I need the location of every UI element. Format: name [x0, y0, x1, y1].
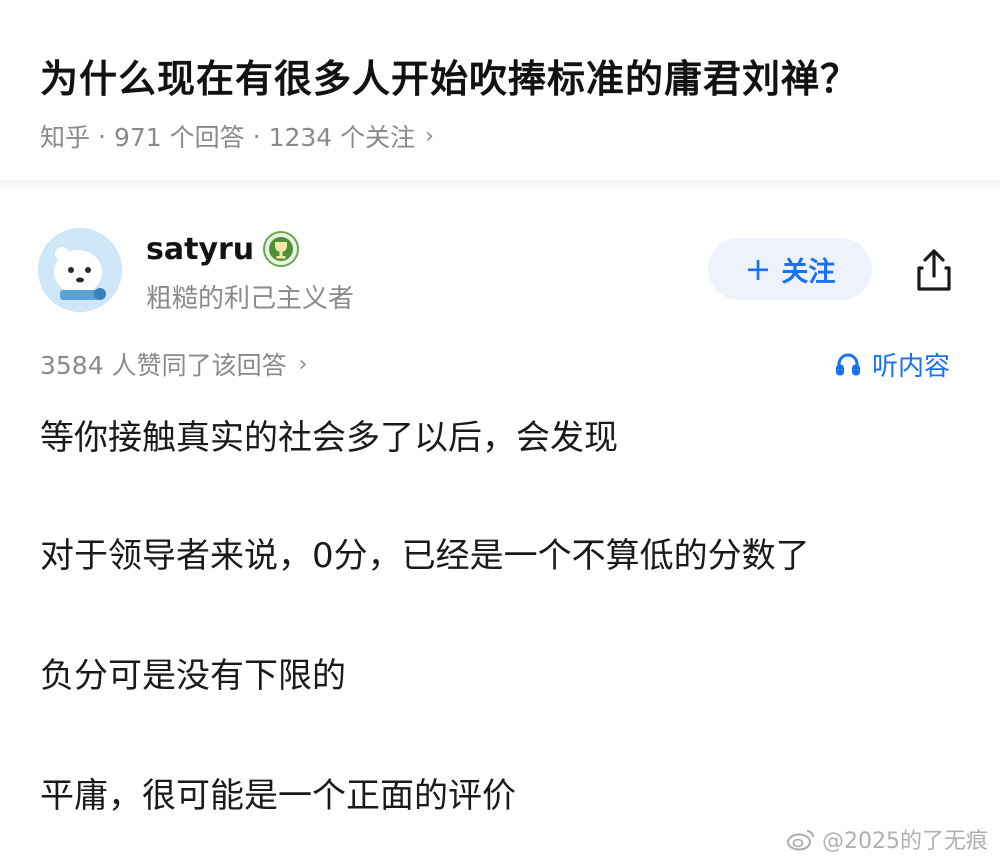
follow-label: 关注 [781, 256, 836, 288]
author-row: satyru 粗糙的利己主义者 + 关注 [0, 196, 1000, 336]
listen-button[interactable]: 听内容 [834, 344, 950, 384]
answer-paragraph: 平庸，很可能是一个正面的评价 [40, 776, 516, 816]
listen-label: 听内容 [872, 351, 951, 382]
question-header: 为什么现在有很多人开始吹捧标准的庸君刘禅？ 知乎 · 971 个回答 · 123… [0, 0, 1000, 180]
answer-paragraph: 负分可是没有下限的 [40, 656, 346, 696]
answer-paragraph: 对于领导者来说，0分，已经是一个不算低的分数了 [40, 536, 810, 576]
vote-row: 3584 人赞同了该回答 › 听内容 [0, 338, 1000, 388]
avatar[interactable] [38, 228, 122, 312]
source-label: 知乎 [40, 123, 91, 152]
watermark: @2025的了无痕 [786, 823, 988, 855]
chevron-right-icon: › [298, 351, 308, 377]
vote-count-text: 3584 人赞同了该回答 [40, 351, 287, 380]
plus-icon: + [744, 250, 772, 288]
trophy-badge-icon[interactable] [262, 230, 300, 268]
section-divider [0, 180, 1000, 196]
answer-paragraph: 等你接触真实的社会多了以后，会发现 [40, 418, 618, 458]
question-title[interactable]: 为什么现在有很多人开始吹捧标准的庸君刘禅？ [40, 48, 859, 103]
author-bio: 粗糙的利己主义者 [146, 284, 355, 314]
answer-count: 971 个回答 [113, 123, 245, 152]
author-name[interactable]: satyru [146, 232, 254, 267]
follower-count: 1234 个关注 [268, 123, 416, 152]
share-icon[interactable] [908, 244, 960, 296]
weibo-logo-icon [787, 830, 814, 851]
watermark-text: @2025的了无痕 [822, 829, 988, 854]
chevron-right-icon: › [425, 123, 434, 149]
meta-separator: · [98, 121, 106, 151]
headphones-icon [836, 353, 860, 376]
vote-count[interactable]: 3584 人赞同了该回答 › [40, 346, 307, 382]
meta-separator: · [252, 121, 261, 151]
question-meta[interactable]: 知乎 · 971 个回答 · 1234 个关注 › [40, 118, 434, 154]
follow-button[interactable]: + 关注 [708, 238, 872, 300]
